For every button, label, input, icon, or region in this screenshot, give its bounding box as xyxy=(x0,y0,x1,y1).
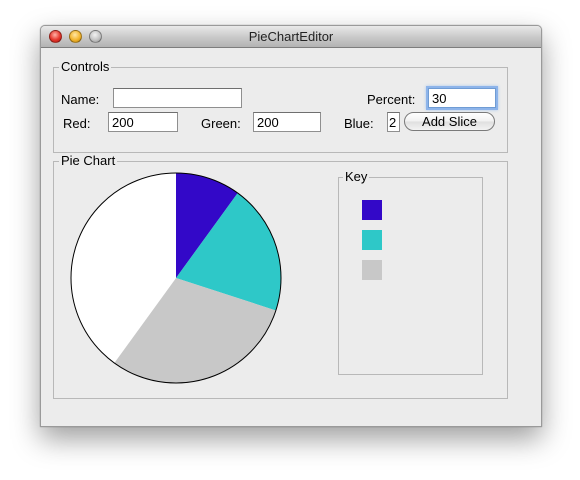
title-bar[interactable]: PieChartEditor xyxy=(41,26,541,48)
controls-panel: Controls xyxy=(53,59,508,153)
key-panel: Key xyxy=(338,169,483,375)
key-panel-title: Key xyxy=(343,169,370,185)
red-label: Red: xyxy=(63,116,91,131)
percent-field[interactable] xyxy=(428,88,496,108)
green-label: Green: xyxy=(201,116,241,131)
pie-chart-panel-title: Pie Chart xyxy=(59,153,118,169)
key-swatch-1 xyxy=(362,200,382,220)
percent-label: Percent: xyxy=(367,92,416,107)
green-field[interactable] xyxy=(253,112,321,132)
app-window: PieChartEditor Controls Name: Percent: R… xyxy=(40,25,542,427)
window-title: PieChartEditor xyxy=(248,29,334,44)
red-field[interactable] xyxy=(108,112,178,132)
blue-label: Blue: xyxy=(344,116,374,131)
controls-panel-title: Controls xyxy=(59,59,112,75)
key-swatch-2 xyxy=(362,230,382,250)
name-field[interactable] xyxy=(113,88,242,108)
add-slice-button[interactable]: Add Slice xyxy=(404,112,495,131)
blue-field[interactable] xyxy=(387,112,400,132)
name-label: Name: xyxy=(61,92,100,107)
key-swatch-3 xyxy=(362,260,382,280)
